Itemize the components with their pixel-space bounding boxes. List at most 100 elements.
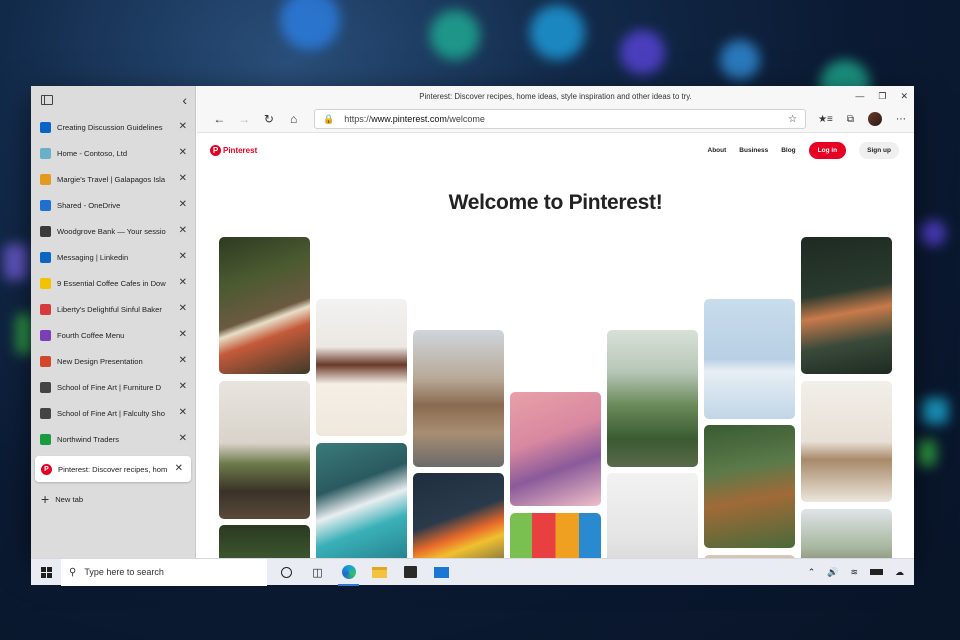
pin-image-interior[interactable]	[607, 473, 698, 558]
close-window-icon[interactable]: ✕	[900, 91, 908, 102]
tab-title: School of Fine Art | Falculty Sho	[57, 408, 165, 418]
lock-icon[interactable]: 🔒	[323, 114, 334, 125]
wifi-icon[interactable]: ≋	[850, 567, 858, 578]
active-tab[interactable]: P Pinterest: Discover recipes, hom ✕	[35, 456, 191, 482]
sidebar-tab[interactable]: Woodgrove Bank — Your sessio ✕	[31, 218, 195, 244]
sidebar-tab[interactable]: Fourth Coffee Menu ✕	[31, 322, 195, 348]
tab-title: Margie's Travel | Galapagos Isla	[57, 174, 166, 184]
sidebar-tab[interactable]: School of Fine Art | Furniture D ✕	[31, 374, 195, 400]
start-button[interactable]	[31, 566, 61, 578]
profile-avatar[interactable]	[868, 112, 883, 126]
onedrive-cloud-icon[interactable]: ☁	[895, 567, 904, 578]
browser-main: Pinterest: Discover recipes, home ideas,…	[197, 86, 914, 558]
school-icon	[40, 381, 51, 393]
collapse-sidebar-icon[interactable]: ‹	[182, 93, 187, 107]
url-text: https://www.pinterest.com/welcome	[344, 114, 485, 124]
pin-image-street[interactable]	[413, 330, 504, 467]
pin-image-citrus[interactable]	[413, 473, 504, 558]
sidebar-tab[interactable]: New Design Presentation ✕	[31, 348, 195, 374]
sidebar-tab[interactable]: School of Fine Art | Falculty Sho ✕	[31, 400, 195, 426]
toolbar-right: ★≡ ⧉ ⋯	[818, 112, 906, 126]
sidebar-tab[interactable]: Margie's Travel | Galapagos Isla ✕	[31, 166, 195, 192]
nav-about[interactable]: About	[708, 147, 727, 154]
taskbar-search[interactable]: ⚲ Type here to search	[61, 558, 267, 586]
chevron-up-icon[interactable]: ⌃	[808, 567, 816, 578]
powerpoint-icon	[40, 355, 51, 367]
pinterest-logo[interactable]: P Pinterest	[210, 144, 258, 156]
close-tab-icon[interactable]: ✕	[179, 252, 187, 262]
coffee-icon	[40, 277, 51, 289]
travel-icon	[40, 173, 51, 185]
sidebar-tab[interactable]: Shared - OneDrive ✕	[31, 192, 195, 218]
sidebar-tab[interactable]: Home - Contoso, Ltd ✕	[31, 140, 195, 166]
forward-arrow-icon[interactable]: →	[232, 112, 257, 126]
close-tab-icon[interactable]: ✕	[179, 304, 187, 314]
mail-icon[interactable]	[426, 559, 457, 586]
edge-icon[interactable]	[333, 559, 364, 586]
pin-image-color-blocks[interactable]	[510, 513, 601, 558]
pin-image-greenhouse[interactable]	[607, 330, 698, 467]
school-icon	[40, 407, 51, 419]
sidebar-tab[interactable]: Northwind Traders ✕	[31, 426, 195, 452]
onedrive-icon	[40, 199, 51, 211]
nav-business[interactable]: Business	[739, 147, 768, 154]
browser-toolbar: ← → ↻ ⌂ 🔒 https://www.pinterest.com/welc…	[197, 106, 914, 133]
cortana-icon[interactable]	[271, 559, 302, 586]
pin-image-jar-lights[interactable]	[510, 392, 601, 506]
bokeh-light	[922, 398, 948, 424]
close-tab-icon[interactable]: ✕	[179, 200, 187, 210]
maximize-icon[interactable]: ❐	[878, 91, 886, 102]
favorites-icon[interactable]: ★≡	[818, 114, 833, 125]
close-tab-icon[interactable]: ✕	[179, 278, 187, 288]
volume-icon[interactable]: 🔊	[827, 567, 838, 578]
pin-image-bag[interactable]	[704, 425, 795, 548]
tab-actions-icon[interactable]	[41, 95, 53, 105]
battery-icon[interactable]	[870, 569, 883, 575]
sidebar-tab[interactable]: 9 Essential Coffee Cafes in Dow ✕	[31, 270, 195, 296]
close-tab-icon[interactable]: ✕	[179, 226, 187, 236]
close-tab-icon[interactable]: ✕	[179, 356, 187, 366]
pin-image-food[interactable]	[219, 237, 310, 374]
close-tab-icon[interactable]: ✕	[179, 122, 187, 132]
store-icon[interactable]	[395, 559, 426, 586]
pin-image-pool[interactable]	[316, 443, 407, 558]
task-view-icon[interactable]: ◫	[302, 559, 333, 586]
pin-image-outdoor[interactable]	[801, 509, 892, 558]
pin-image-plant[interactable]	[219, 525, 310, 558]
favorite-star-icon[interactable]: ☆	[788, 114, 797, 125]
nav-blog[interactable]: Blog	[781, 147, 795, 154]
bokeh-light	[280, 0, 340, 50]
minimize-icon[interactable]: —	[855, 91, 864, 101]
home-icon[interactable]: ⌂	[281, 112, 306, 126]
bokeh-light	[430, 10, 480, 60]
pin-image-lamp[interactable]	[704, 299, 795, 419]
refresh-icon[interactable]: ↻	[257, 112, 282, 126]
close-tab-icon[interactable]: ✕	[179, 174, 187, 184]
sidebar-tab[interactable]: Creating Discussion Guidelines ✕	[31, 114, 195, 140]
search-icon: ⚲	[69, 566, 77, 578]
new-tab-button[interactable]: + New tab	[31, 486, 195, 512]
bokeh-light	[918, 440, 936, 466]
pin-image-coffee[interactable]	[801, 381, 892, 502]
signup-button[interactable]: Sign up	[859, 141, 899, 159]
close-tab-icon[interactable]: ✕	[179, 408, 187, 418]
bokeh-light	[16, 314, 32, 354]
logo-text: Pinterest	[223, 145, 258, 155]
close-tab-icon[interactable]: ✕	[179, 434, 187, 444]
file-explorer-icon[interactable]	[364, 559, 395, 586]
close-tab-icon[interactable]: ✕	[179, 330, 187, 340]
close-tab-icon[interactable]: ✕	[179, 382, 187, 392]
close-tab-icon[interactable]: ✕	[175, 464, 183, 474]
northwind-icon	[40, 433, 51, 445]
pin-image-cake[interactable]	[316, 299, 407, 436]
sidebar-tab[interactable]: Messaging | Linkedin ✕	[31, 244, 195, 270]
pin-image-room[interactable]	[219, 381, 310, 519]
login-button[interactable]: Log in	[808, 141, 847, 159]
collections-icon[interactable]: ⧉	[847, 114, 854, 125]
close-tab-icon[interactable]: ✕	[179, 148, 187, 158]
sidebar-tab[interactable]: Liberty's Delightful Sinful Baker ✕	[31, 296, 195, 322]
pin-image-campfire[interactable]	[801, 237, 892, 374]
more-menu-icon[interactable]: ⋯	[896, 114, 906, 125]
address-bar[interactable]: 🔒 https://www.pinterest.com/welcome ☆	[314, 109, 807, 129]
back-arrow-icon[interactable]: ←	[207, 112, 232, 126]
